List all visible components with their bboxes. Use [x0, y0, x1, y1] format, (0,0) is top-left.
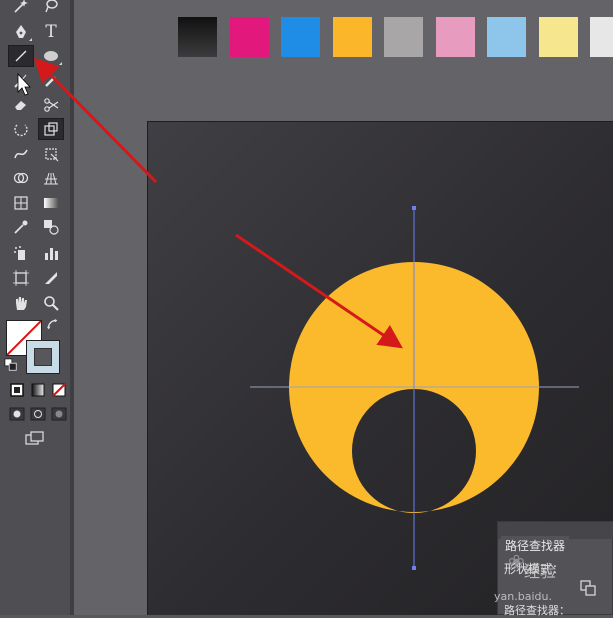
slice-tool-icon[interactable]: [40, 268, 62, 288]
eraser-icon[interactable]: [10, 95, 32, 115]
ellipse-tool-icon[interactable]: [40, 46, 62, 66]
tools-panel-edge: [70, 0, 74, 615]
swatch-pink[interactable]: [435, 17, 475, 57]
default-fill-stroke-icon[interactable]: [4, 358, 18, 372]
type-tool-icon[interactable]: T: [40, 22, 62, 42]
paintbrush-icon[interactable]: [10, 71, 32, 91]
free-transform-icon[interactable]: [40, 144, 62, 164]
watermark-url: yan.baidu.: [494, 590, 552, 603]
blend-tool-icon[interactable]: [40, 217, 62, 237]
paw-logo-icon: ❀: [508, 550, 525, 574]
draw-inside-icon[interactable]: [48, 404, 70, 424]
pathfinders-label: 路径查找器：: [504, 604, 570, 617]
swatch-gray[interactable]: [384, 17, 423, 57]
anchor-point-bottom[interactable]: [412, 566, 416, 570]
stroke-swatch[interactable]: [26, 340, 60, 374]
draw-normal-icon[interactable]: [6, 404, 28, 424]
swatch-magenta[interactable]: [229, 17, 269, 57]
swatch-light-yellow[interactable]: [538, 17, 578, 57]
swatch-light-blue[interactable]: [487, 17, 526, 57]
expand-button-icon[interactable]: [580, 580, 596, 596]
swatch-orange[interactable]: [332, 17, 372, 57]
swatch-black-gradient[interactable]: [178, 17, 217, 57]
width-tool-icon[interactable]: [10, 144, 32, 164]
shape-builder-icon[interactable]: [10, 168, 32, 188]
column-graph-icon[interactable]: [40, 243, 62, 263]
artboard-tool-icon[interactable]: [10, 268, 32, 288]
tools-panel: T: [0, 0, 74, 615]
symbol-sprayer-icon[interactable]: [10, 243, 32, 263]
none-mode-icon[interactable]: [48, 380, 70, 400]
gradient-mode-icon[interactable]: [27, 380, 49, 400]
zoom-tool-icon[interactable]: [40, 293, 62, 313]
draw-behind-icon[interactable]: [27, 404, 49, 424]
hand-tool-icon[interactable]: [10, 293, 32, 313]
gradient-tool-icon[interactable]: [40, 193, 62, 213]
screen-mode-icon[interactable]: [22, 428, 48, 448]
pencil-icon[interactable]: [40, 71, 62, 91]
eyedropper-icon[interactable]: [10, 217, 32, 237]
line-segment-tool-icon[interactable]: [8, 45, 34, 67]
perspective-grid-icon[interactable]: [40, 168, 62, 188]
lasso-icon[interactable]: [40, 0, 62, 16]
swatch-blue[interactable]: [281, 17, 320, 57]
color-mode-icon[interactable]: [6, 380, 28, 400]
magic-wand-icon[interactable]: [10, 0, 32, 16]
anchor-point-top[interactable]: [412, 206, 416, 210]
mesh-tool-icon[interactable]: [10, 193, 32, 213]
scissors-icon[interactable]: [40, 95, 62, 115]
swap-fill-stroke-icon[interactable]: [46, 318, 60, 332]
swatch-light-gray[interactable]: [590, 17, 613, 57]
rotate-tool-icon[interactable]: [10, 119, 32, 139]
scale-tool-icon[interactable]: [38, 118, 64, 140]
watermark-text: 经验: [524, 562, 557, 581]
pen-tool-icon[interactable]: [10, 22, 32, 42]
